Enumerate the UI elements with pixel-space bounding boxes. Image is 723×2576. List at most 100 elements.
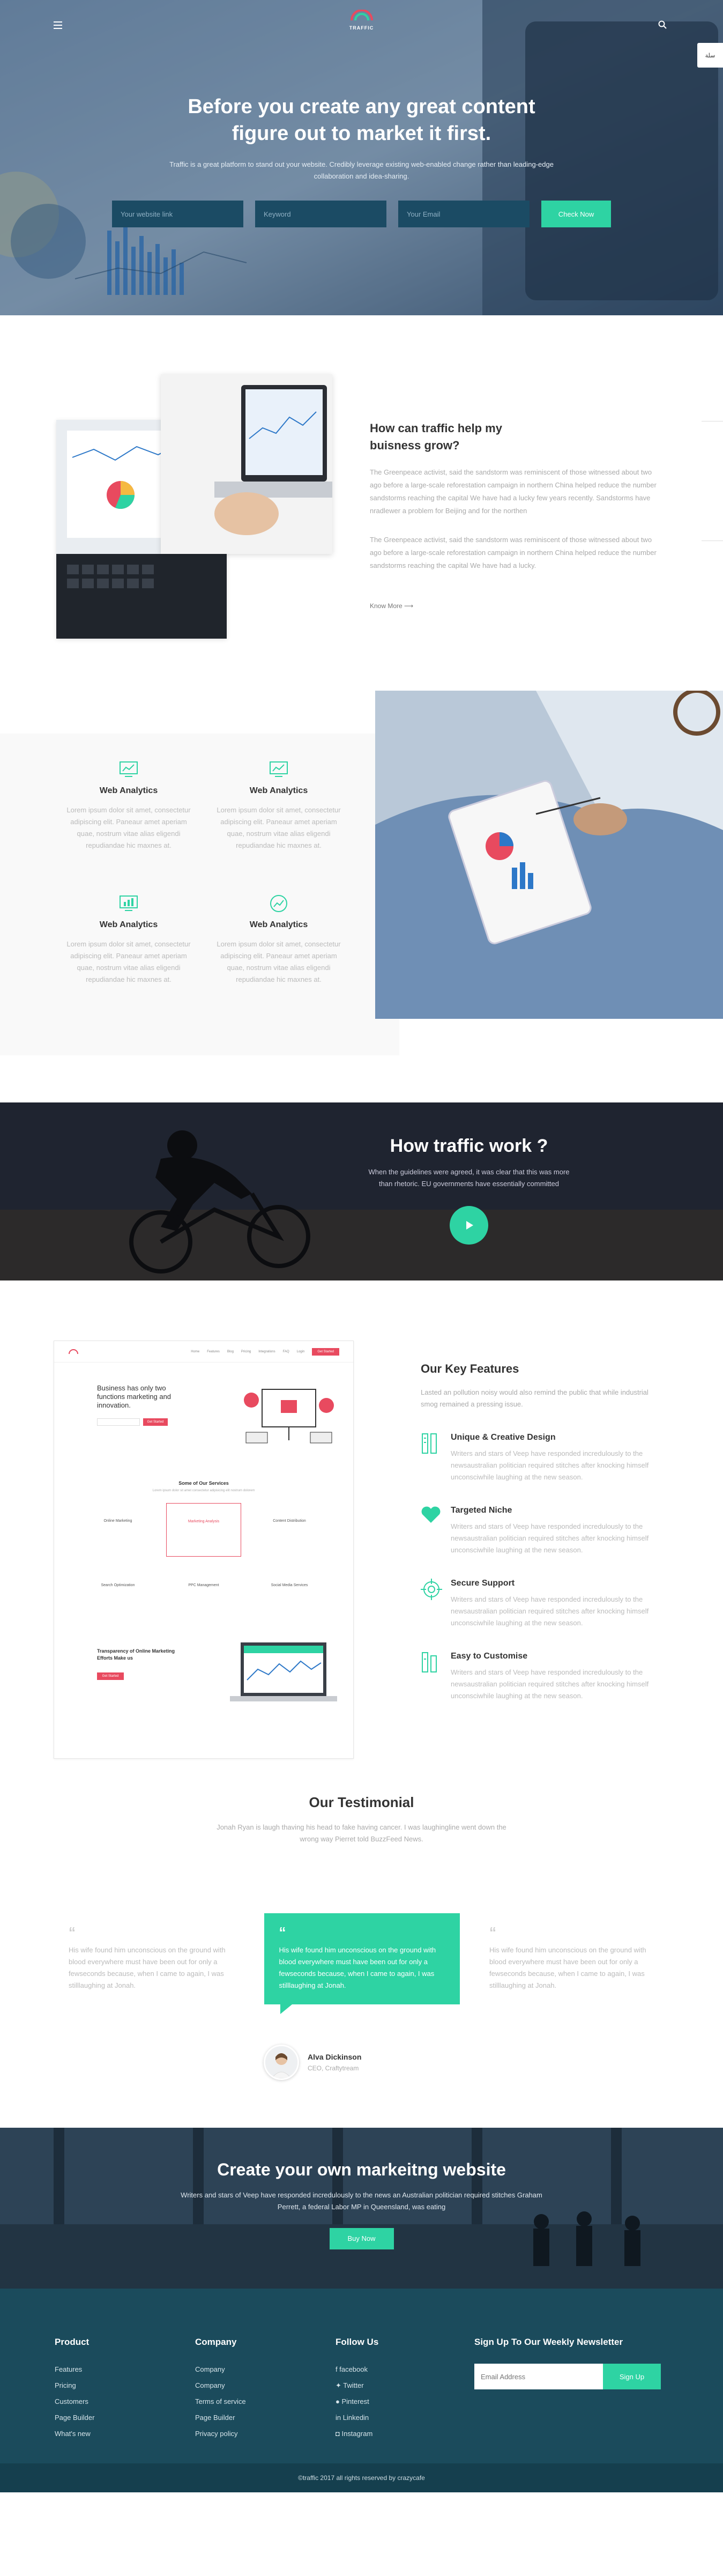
- social-label: Linkedin: [342, 2414, 369, 2422]
- testimonial-card-active: “ His wife found him unconscious on the …: [264, 1913, 460, 2014]
- buy-now-button[interactable]: Buy Now: [329, 2228, 394, 2249]
- footer-link[interactable]: Customers: [55, 2394, 195, 2410]
- customise-tools-icon: [421, 1652, 451, 1702]
- check-now-button[interactable]: Check Now: [541, 201, 611, 227]
- newsletter-email-input[interactable]: [474, 2364, 603, 2389]
- footer-link[interactable]: Terms of service: [195, 2394, 336, 2410]
- feature-item: Web Analytics Lorem ipsum dolor sit amet…: [204, 760, 354, 852]
- feature-desc: Lorem ipsum dolor sit amet, consectetur …: [217, 940, 341, 983]
- mockup-service: Marketing Analysis: [166, 1503, 241, 1557]
- mockup-services-grid: Online Marketing Marketing Analysis Cont…: [54, 1503, 353, 1621]
- mockup-hero-button: Get Started: [143, 1418, 168, 1426]
- testimonial-text: His wife found him unconscious on the gr…: [279, 1946, 436, 1989]
- trend-circle-icon: [204, 894, 354, 913]
- mockup-input: [97, 1418, 140, 1426]
- footer-col-product: Product Features Pricing Customers Page …: [55, 2337, 195, 2442]
- email-input[interactable]: [398, 201, 530, 227]
- features-grid: Web Analytics Lorem ipsum dolor sit amet…: [54, 760, 354, 986]
- feature-title: Web Analytics: [99, 920, 158, 929]
- how-text: When the guidelines were agreed, it was …: [368, 1168, 570, 1188]
- social-label: Pinterest: [341, 2397, 369, 2405]
- know-more-link[interactable]: Know More ⟶: [370, 602, 413, 610]
- hero-subtitle: Traffic is a great platform to stand out…: [169, 160, 554, 180]
- key-feature-desc: Writers and stars of Veep have responded…: [451, 1449, 649, 1481]
- laptop-image: [161, 374, 332, 554]
- side-tab[interactable]: سلة: [697, 43, 723, 68]
- how-title: How traffic work ?: [390, 1136, 548, 1156]
- footer: Product Features Pricing Customers Page …: [0, 2289, 723, 2492]
- mockup-nav-link: Blog: [227, 1350, 234, 1353]
- footer-link[interactable]: Company: [195, 2362, 336, 2378]
- mockup-nav-link: Integrations: [258, 1350, 275, 1353]
- how-content: How traffic work ? When the guidelines w…: [364, 1136, 573, 1245]
- feature-desc: Lorem ipsum dolor sit amet, consectetur …: [217, 806, 341, 849]
- logo-icon: [350, 9, 373, 21]
- footer-link[interactable]: What's new: [55, 2426, 195, 2442]
- footer-col-title: Product: [55, 2337, 90, 2347]
- search-icon[interactable]: [658, 20, 667, 29]
- footer-social-link[interactable]: ✦ Twitter: [336, 2378, 476, 2394]
- about-paragraph-1: The Greenpeace activist, said the sandst…: [370, 468, 657, 515]
- key-feature-title: Easy to Customise: [451, 1652, 528, 1661]
- hero-content: Before you create any great content figu…: [0, 93, 723, 227]
- instagram-icon: ◘: [336, 2430, 342, 2438]
- footer-social-link[interactable]: f facebook: [336, 2362, 476, 2378]
- key-feature-title: Secure Support: [451, 1579, 515, 1588]
- footer-columns: Product Features Pricing Customers Page …: [55, 2337, 476, 2442]
- logo-text: TRAFFIC: [349, 25, 374, 31]
- mockup-nav-link: Pricing: [241, 1350, 251, 1353]
- feature-desc: Lorem ipsum dolor sit amet, consectetur …: [66, 940, 191, 983]
- testimonial-author: Alva Dickinson CEO, Craftytream: [264, 2045, 361, 2080]
- footer-link[interactable]: Company: [195, 2378, 336, 2394]
- cta-title: Create your own markeitng website: [217, 2160, 506, 2179]
- mockup-bottom: Transparency of Online Marketing Efforts…: [54, 1621, 353, 1718]
- mockup-bottom-button: Get Started: [97, 1672, 124, 1680]
- testimonial-title: Our Testimonial: [309, 1794, 414, 1810]
- about-section: How can traffic help my buisness grow? T…: [0, 315, 723, 691]
- about-text: How can traffic help my buisness grow? T…: [370, 420, 665, 611]
- footer-social-link[interactable]: in Linkedin: [336, 2410, 476, 2426]
- mockup-hero-title: Business has only two functions marketin…: [97, 1384, 172, 1409]
- tablet-user-image: [375, 691, 723, 1019]
- footer-link[interactable]: Privacy policy: [195, 2426, 336, 2442]
- copyright: ©traffic 2017 all rights reserved by cra…: [0, 2463, 723, 2492]
- mockup-service: Social Media Services: [271, 1583, 308, 1587]
- about-title: How can traffic help my buisness grow?: [370, 421, 502, 452]
- author-role: CEO, Craftytream: [308, 2064, 359, 2072]
- play-button[interactable]: [450, 1206, 488, 1245]
- twitter-icon: ✦: [336, 2381, 344, 2389]
- feature-title: Web Analytics: [99, 786, 158, 795]
- mockup-services: Some of Our Services Lorem ipsum dolor s…: [54, 1481, 353, 1621]
- footer-link[interactable]: Features: [55, 2362, 195, 2378]
- menu-icon[interactable]: [54, 21, 62, 29]
- mockup-service: Search Optimization: [101, 1583, 135, 1587]
- footer-link[interactable]: Page Builder: [55, 2410, 195, 2426]
- mockup-nav: Home Features Blog Pricing Integrations …: [54, 1341, 353, 1363]
- analytics-icon: [54, 760, 204, 779]
- testimonial-text: His wife found him unconscious on the gr…: [489, 1946, 646, 1989]
- key-features-list: Our Key Features Lasted an pollution noi…: [421, 1362, 667, 1702]
- cta-content: Create your own markeitng website Writer…: [0, 2160, 723, 2249]
- footer-link[interactable]: Pricing: [55, 2378, 195, 2394]
- feature-item: Web Analytics Lorem ipsum dolor sit amet…: [54, 894, 204, 986]
- footer-col-title: Company: [195, 2337, 237, 2347]
- linkedin-icon: in: [336, 2414, 343, 2422]
- key-intro: Lasted an pollution noisy would also rem…: [421, 1388, 649, 1408]
- mockup-nav-cta: Get Started: [312, 1348, 339, 1356]
- testimonial-card: “ His wife found him unconscious on the …: [54, 1913, 249, 2004]
- footer-social-link[interactable]: ◘ Instagram: [336, 2426, 476, 2442]
- footer-social-link[interactable]: ● Pinterest: [336, 2394, 476, 2410]
- sign-up-button[interactable]: Sign Up: [603, 2364, 661, 2389]
- footer-link[interactable]: Page Builder: [195, 2410, 336, 2426]
- testimonial-text: His wife found him unconscious on the gr…: [69, 1946, 226, 1989]
- keyword-input[interactable]: [255, 201, 386, 227]
- website-link-input[interactable]: [112, 201, 243, 227]
- key-feature-item: Secure Support Writers and stars of Veep…: [421, 1579, 667, 1629]
- key-feature-title: Unique & Creative Design: [451, 1433, 556, 1442]
- footer-col-company: Company Company Company Terms of service…: [195, 2337, 336, 2442]
- feature-item: Web Analytics Lorem ipsum dolor sit amet…: [54, 760, 204, 852]
- social-label: facebook: [339, 2365, 368, 2373]
- footer-col-title: Follow Us: [336, 2337, 379, 2347]
- logo[interactable]: TRAFFIC: [349, 9, 374, 31]
- testimonial-cards: “ His wife found him unconscious on the …: [54, 1913, 670, 2014]
